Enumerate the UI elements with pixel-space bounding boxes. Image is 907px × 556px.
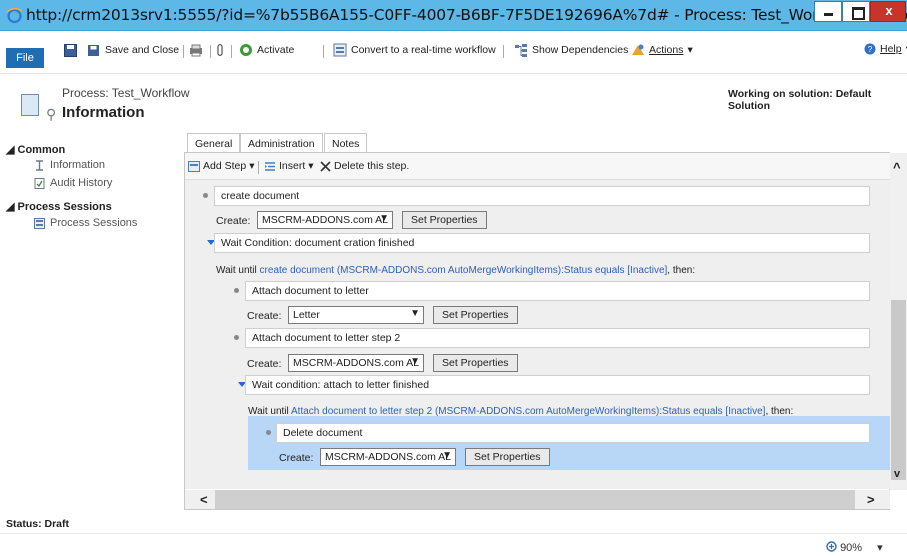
step-delete-document[interactable]: Delete document xyxy=(276,423,870,443)
chevron-down-icon: ▼ xyxy=(379,213,389,224)
chevron-down-icon: ▼ xyxy=(410,308,420,319)
actions-label: Actions xyxy=(649,44,684,56)
convert-icon xyxy=(333,43,347,57)
attach-icon[interactable] xyxy=(216,43,224,58)
convert-label: Convert to a real-time workflow xyxy=(351,44,496,56)
wait-condition-2[interactable]: Wait condition: attach to letter finishe… xyxy=(245,375,870,395)
actions-dropdown-icon: ▾ xyxy=(687,44,693,56)
scroll-right-icon[interactable]: > xyxy=(867,492,875,507)
step1-entity-select[interactable]: MSCRM-ADDONS.com AL ▼ xyxy=(257,211,393,229)
create-label: Create: xyxy=(216,215,251,227)
file-button[interactable]: File xyxy=(6,48,44,68)
save-close-icon xyxy=(88,45,99,56)
audit-history-icon xyxy=(34,177,45,189)
actions-icon xyxy=(632,44,644,55)
create-label: Create: xyxy=(247,358,282,370)
step-attach-document[interactable]: Attach document to letter xyxy=(245,281,870,301)
activate-label: Activate xyxy=(257,44,295,56)
scroll-up-icon[interactable]: ^ xyxy=(893,160,901,175)
step-attach-document-2[interactable]: Attach document to letter step 2 xyxy=(245,328,870,348)
information-nav-icon xyxy=(36,159,43,171)
delete-x-icon xyxy=(320,160,331,172)
vertical-scroll-thumb[interactable] xyxy=(891,300,906,480)
status-text: Status: Draft xyxy=(6,518,70,530)
scroll-left-icon[interactable]: < xyxy=(200,492,208,507)
nav-group-process-sessions[interactable]: ◢ Process Sessions xyxy=(6,200,112,213)
scroll-down-icon[interactable]: v xyxy=(894,468,900,480)
nav-item-audit-history[interactable]: Audit History xyxy=(34,177,112,189)
activate-icon xyxy=(240,44,252,56)
insert-icon xyxy=(265,161,275,171)
chevron-down-icon: ▼ xyxy=(442,450,452,461)
close-icon: x xyxy=(885,3,893,18)
wait-condition-1-link[interactable]: create document (MSCRM-ADDONS.com AutoMe… xyxy=(260,265,668,276)
process-name: Process: Test_Workflow xyxy=(62,86,190,100)
nav-group-common[interactable]: ◢ Common xyxy=(6,143,65,156)
zoom-control[interactable]: 90% ▾ xyxy=(826,541,883,554)
nav-item-process-sessions[interactable]: Process Sessions xyxy=(34,217,137,229)
step3-entity-select[interactable]: MSCRM-ADDONS.com AL ▼ xyxy=(288,354,424,372)
set-properties-button[interactable]: Set Properties xyxy=(465,448,550,466)
tab-notes[interactable]: Notes xyxy=(324,133,368,153)
print-icon[interactable] xyxy=(189,44,203,57)
step-bullet xyxy=(234,335,239,340)
step-bullet xyxy=(203,193,208,198)
help-menu[interactable]: ? Help ▾ xyxy=(864,43,907,55)
set-properties-button[interactable]: Set Properties xyxy=(433,354,518,372)
chevron-down-icon: ▼ xyxy=(410,356,420,367)
step-create-document[interactable]: create document xyxy=(214,186,870,206)
dependencies-icon xyxy=(515,44,527,57)
add-step-icon xyxy=(188,160,200,172)
save-and-close-button[interactable]: Save and Close xyxy=(87,43,179,57)
close-window-button[interactable]: x xyxy=(870,1,906,22)
help-label: Help xyxy=(880,43,902,55)
step2-entity-select[interactable]: Letter ▼ xyxy=(288,306,424,324)
minimize-button[interactable] xyxy=(814,1,842,22)
zoom-icon xyxy=(826,541,837,552)
step-bullet xyxy=(266,430,271,435)
add-step-button[interactable]: Add Step ▾ xyxy=(188,160,254,172)
solution-label: Working on solution: Default Solution xyxy=(728,88,872,112)
show-dependencies-button[interactable]: Show Dependencies xyxy=(514,43,628,57)
horizontal-scroll-thumb[interactable] xyxy=(215,490,855,509)
zoom-dropdown-icon: ▾ xyxy=(877,542,883,554)
create-label: Create: xyxy=(279,452,314,464)
save-and-close-label: Save and Close xyxy=(105,44,180,56)
step4-entity-select[interactable]: MSCRM-ADDONS.com AL ▼ xyxy=(320,448,456,466)
convert-realtime-button[interactable]: Convert to a real-time workflow xyxy=(333,43,496,57)
wait-condition-1[interactable]: Wait Condition: document cration finishe… xyxy=(214,233,870,253)
information-icon: ⚲ xyxy=(46,106,57,122)
show-dependencies-label: Show Dependencies xyxy=(532,44,629,56)
save-icon[interactable] xyxy=(64,44,77,57)
step-bullet xyxy=(234,288,239,293)
maximize-button[interactable] xyxy=(842,1,870,22)
nav-item-information[interactable]: Information xyxy=(34,159,105,171)
tab-administration[interactable]: Administration xyxy=(240,133,323,153)
create-label: Create: xyxy=(247,310,282,322)
actions-menu[interactable]: Actions ▾ xyxy=(631,43,693,57)
process-sessions-icon xyxy=(34,217,45,229)
svg-text:?: ? xyxy=(868,45,873,54)
insert-dropdown-icon: ▾ xyxy=(308,160,314,172)
insert-button[interactable]: Insert ▾ xyxy=(264,160,314,172)
add-step-dropdown-icon: ▾ xyxy=(249,160,255,172)
browser-statusbar xyxy=(0,533,907,556)
set-properties-button[interactable]: Set Properties xyxy=(433,306,518,324)
wait-condition-1-text: Wait until create document (MSCRM-ADDONS… xyxy=(216,265,696,276)
activate-button[interactable]: Activate xyxy=(239,43,294,57)
ie-logo-icon xyxy=(6,7,23,24)
page-title: Information xyxy=(62,104,145,121)
help-icon: ? xyxy=(864,43,876,55)
set-properties-button[interactable]: Set Properties xyxy=(402,211,487,229)
tab-general[interactable]: General xyxy=(187,133,241,153)
window-title: http://crm2013srv1:5555/?id=%7b55B6A155-… xyxy=(26,6,907,24)
delete-step-button[interactable]: Delete this step. xyxy=(320,160,409,172)
process-icon xyxy=(21,94,39,116)
